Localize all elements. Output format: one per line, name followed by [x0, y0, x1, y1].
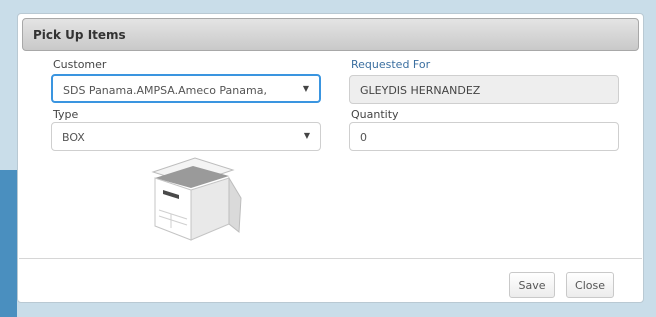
requested-for-value: GLEYDIS HERNANDEZ	[360, 84, 481, 97]
type-label: Type	[53, 108, 79, 121]
requested-for-field: GLEYDIS HERNANDEZ	[349, 75, 619, 104]
customer-select-value: SDS Panama.AMPSA.Ameco Panama,	[63, 84, 267, 97]
pick-up-items-dialog: Pick Up Items Customer SDS Panama.AMPSA.…	[17, 13, 644, 303]
footer-divider	[19, 258, 642, 259]
close-button[interactable]: Close	[566, 272, 614, 298]
dialog-titlebar: Pick Up Items	[22, 18, 639, 51]
quantity-label: Quantity	[351, 108, 399, 121]
requested-for-label: Requested For	[351, 58, 431, 71]
type-select[interactable]: BOX ▼	[51, 122, 321, 151]
chevron-down-icon: ▼	[302, 84, 309, 93]
quantity-input[interactable]: 0	[349, 122, 619, 151]
storage-box-icon	[151, 157, 242, 241]
chevron-down-icon: ▼	[303, 131, 310, 140]
customer-label: Customer	[53, 58, 107, 71]
quantity-value: 0	[360, 131, 367, 144]
dialog-title: Pick Up Items	[33, 28, 126, 42]
save-button[interactable]: Save	[509, 272, 555, 298]
type-select-value: BOX	[62, 131, 85, 144]
side-accent-bar	[0, 170, 17, 317]
customer-select[interactable]: SDS Panama.AMPSA.Ameco Panama, ▼	[51, 74, 321, 103]
